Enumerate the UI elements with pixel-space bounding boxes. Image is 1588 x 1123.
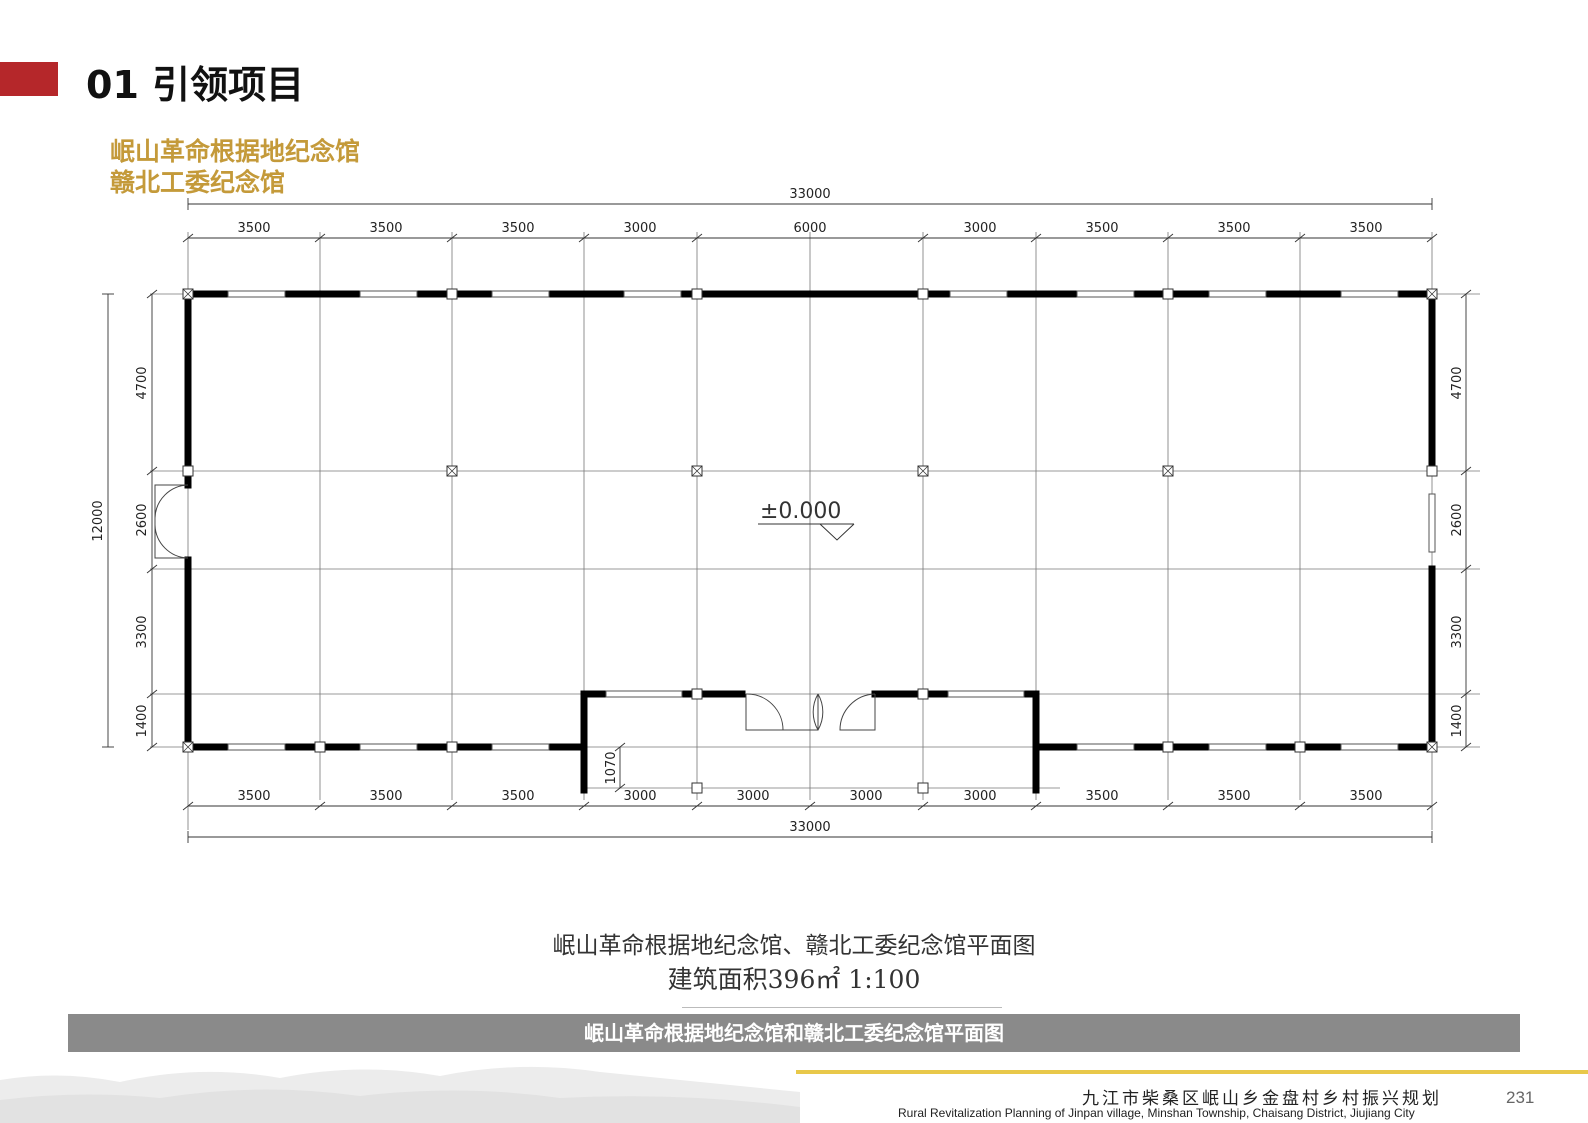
dim-right-span: 3300: [1450, 615, 1465, 648]
dim-bottom-span: 3000: [736, 789, 769, 804]
dim-left-span: 1400: [135, 704, 150, 737]
dim-top-span: 3000: [623, 221, 656, 236]
dim-porch-depth: 1070: [604, 751, 619, 784]
dim-right-span: 4700: [1450, 366, 1465, 399]
dim-bottom-span: 3000: [849, 789, 882, 804]
side-door: [154, 484, 189, 559]
dim-top-span: 3500: [369, 221, 402, 236]
dim-top-span: 3500: [501, 221, 534, 236]
dim-overall-top: 33000: [789, 187, 830, 202]
dim-bottom-span: 3500: [1217, 789, 1250, 804]
dim-bottom-span: 3500: [237, 789, 270, 804]
page-number: 231: [1506, 1088, 1535, 1107]
drawing-caption-area-scale: 建筑面积396㎡ 1:100: [667, 965, 921, 994]
dim-top-span: 3500: [1217, 221, 1250, 236]
dim-bottom-span: 3500: [369, 789, 402, 804]
footer-decoration: [0, 1066, 800, 1123]
drawing-caption-title: 岷山革命根据地纪念馆、赣北工委纪念馆平面图: [552, 933, 1036, 959]
dim-overall-bottom: 33000: [789, 820, 830, 835]
dim-overall-depth: 12000: [91, 500, 106, 541]
elevation-label: ±0.000: [760, 499, 841, 524]
elevation-mark: ±0.000: [758, 499, 855, 541]
dim-top-span: 3500: [1349, 221, 1382, 236]
dim-bottom-span: 3500: [1349, 789, 1382, 804]
dim-top-span: 3500: [1085, 221, 1118, 236]
dim-top-span: 3000: [963, 221, 996, 236]
dim-bottom-span: 3000: [963, 789, 996, 804]
axis-grid: [150, 232, 1480, 830]
dim-left-span: 3300: [135, 615, 150, 648]
dim-bottom-span: 3000: [623, 789, 656, 804]
dim-bottom-span: 3500: [1085, 789, 1118, 804]
dim-left-span: 4700: [135, 366, 150, 399]
dim-left-span: 2600: [135, 503, 150, 536]
section-banner: 岷山革命根据地纪念馆和赣北工委纪念馆平面图: [68, 1014, 1520, 1052]
dim-right-span: 2600: [1450, 503, 1465, 536]
caption-divider: [682, 1007, 1002, 1008]
floor-plan: 33000 3500 3500 3500 3000 6000 3000 3500…: [91, 187, 1480, 843]
dim-top-span: 6000: [793, 221, 826, 236]
dim-right-span: 1400: [1450, 704, 1465, 737]
footer-title-en: Rural Revitalization Planning of Jinpan …: [898, 1106, 1415, 1120]
main-entrance-doors: [745, 693, 876, 731]
footer-accent-line: [796, 1070, 1588, 1074]
dim-bottom-span: 3500: [501, 789, 534, 804]
dim-top-span: 3500: [237, 221, 270, 236]
